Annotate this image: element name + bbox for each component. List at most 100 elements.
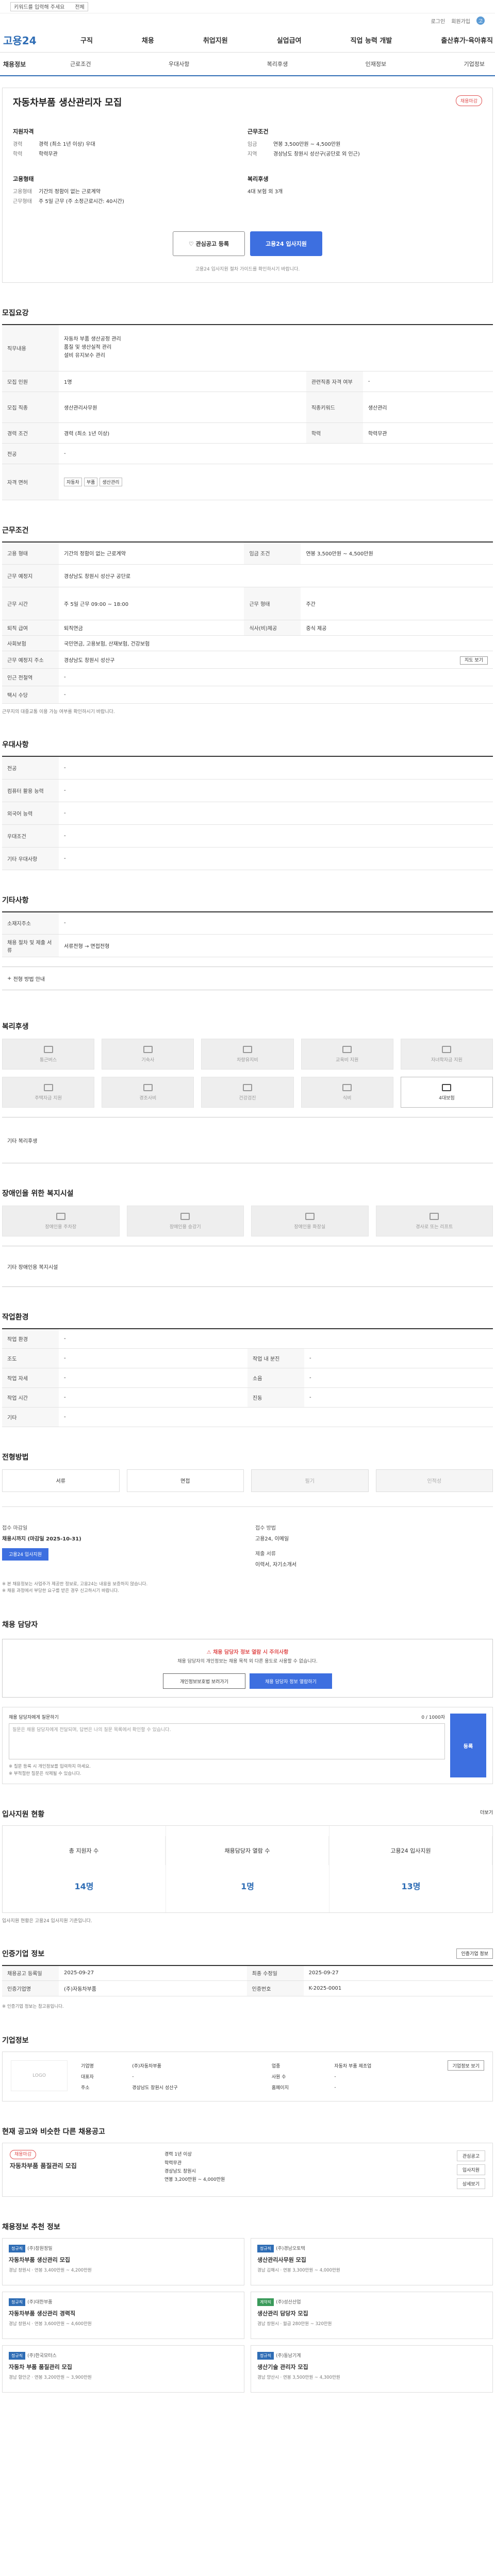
rec-meta: 경남 창원시 · 연봉 3,600만원 ~ 4,600만원 <box>9 2321 92 2327</box>
th-cell: 인증번호 <box>246 1980 304 1997</box>
welfare-tile: 주택자금 지원 <box>2 1077 95 1108</box>
apply-button[interactable]: 고용24 입사지원 <box>250 231 322 256</box>
recommend-card[interactable]: 정규직 (주)동남기계 생산기술 관리자 모집 경남 양산시 · 연봉 3,500만원… <box>251 2345 493 2393</box>
stats-more-link[interactable]: 더보기 <box>480 1809 493 1819</box>
gnb-item[interactable]: 채용 <box>142 35 154 45</box>
job-title: 자동차부품 생산관리자 모집 <box>13 97 122 108</box>
rec-meta: 경남 김해시 · 연봉 3,300만원 ~ 4,000만원 <box>257 2268 340 2274</box>
question-submit-button[interactable]: 등록 <box>450 1714 486 1777</box>
section-title: 인증기업 정보 <box>2 1950 45 1958</box>
th-cell: 소재지주소 <box>2 911 59 935</box>
th-cell: 인근 전철역 <box>2 668 59 686</box>
welfare-tile: 교육비 지원 <box>301 1039 393 1070</box>
user-icon[interactable]: 고 <box>476 16 485 25</box>
th-cell: 채용공고 등록일 <box>2 1965 59 1981</box>
stat-label: 총 지원자 수 <box>3 1836 166 1865</box>
th-cell: 관련직종 자격 여부 <box>306 371 363 392</box>
cap-icon <box>442 1045 452 1053</box>
login-link[interactable]: 로그인 <box>431 17 446 25</box>
gnb-item[interactable]: 직업 능력 개발 <box>351 35 392 45</box>
gnb-item[interactable]: 실업급여 <box>277 35 302 45</box>
td-cell: 서류전형 → 면접전형 <box>59 934 493 957</box>
th-cell: 근무 형태 <box>244 587 301 620</box>
question-textarea[interactable]: 질문은 채용 담당자에게 전달되며, 답변은 나의 질문 목록에서 확인할 수 … <box>9 1723 445 1760</box>
similar-job-card[interactable]: 채용마감 자동차부품 품질관리 모집 경력 1년 이상 학력무관 경상남도 창원… <box>2 2143 493 2197</box>
section-title: 장애인을 위한 복지시설 <box>2 1190 74 1198</box>
search-input[interactable]: 키워드를 입력해 주세요 전체 <box>10 2 88 11</box>
heart-icon: ♡ <box>188 240 196 247</box>
gnb-item[interactable]: 취업지원 <box>203 35 228 45</box>
strip-label: 기타 복리후생 <box>7 1138 38 1144</box>
lnb-tab[interactable]: 복리후생 <box>257 60 298 68</box>
rec-title: 생산기술 관리자 모집 <box>257 2364 308 2371</box>
td-value: - <box>334 2084 336 2090</box>
rec-meta: 경남 양산시 · 연봉 3,500만원 ~ 4,300만원 <box>257 2375 340 2381</box>
lnb-tab[interactable]: 인재정보 <box>355 60 397 68</box>
th-cell: 근무 시간 <box>2 587 59 620</box>
warning-icon: ⚠ <box>206 1649 213 1655</box>
elevator-icon <box>180 1212 190 1220</box>
td-cell: (주)자동차부품 <box>59 1980 247 1997</box>
question-title: 채용 담당자에게 질문하기 <box>9 1715 59 1721</box>
td-cell: 학력무관 <box>362 422 493 444</box>
signup-link[interactable]: 회원가입 <box>451 17 470 25</box>
gnb-item[interactable]: 출산휴가·육아휴직 <box>441 35 493 45</box>
scrap-button-small[interactable]: 관심공고 <box>456 2150 485 2162</box>
stats-header: 입사지원 현황 더보기 <box>2 1809 493 1819</box>
apply-button-2[interactable]: 고용24 입사지원 <box>2 1548 48 1561</box>
td-cell: 주간 <box>301 587 493 620</box>
recommend-card[interactable]: 정규직 (주)경남오토텍 생산관리사무원 모집 경남 김해시 · 연봉 3,300만원… <box>251 2238 493 2286</box>
recommend-card[interactable]: 정규직 (주)창원정밀 자동차부품 생산관리 모집 경남 창원시 · 연봉 3,400… <box>2 2238 244 2286</box>
parking-icon <box>56 1212 65 1220</box>
kv-value: 경상남도 창원시 성산구(공단로 외 인근) <box>273 151 360 157</box>
company-logo: LOGO <box>11 2060 68 2092</box>
th-cell: 기타 <box>2 1407 59 1427</box>
rec-company: (주)한국모터스 <box>27 2353 57 2359</box>
welfare-tile: 자녀학자금 지원 <box>400 1039 493 1070</box>
td-cell: 경상남도 창원시 성산구 <box>59 651 301 669</box>
apply-info: 접수 마감일 채용시까지 (마감일 2025-10-31) 고용24 입사지원 … <box>2 1506 493 1595</box>
tile-label: 기숙사 <box>141 1057 155 1063</box>
section-title: 입사지원 현황 <box>2 1810 45 1819</box>
privacy-law-button[interactable]: 개인정보보호법 보러가기 <box>163 1673 245 1689</box>
td-cell: 경력 (최소 1년 이상) <box>59 422 306 444</box>
rec-meta: 경남 함안군 · 연봉 3,200만원 ~ 3,900만원 <box>9 2375 92 2381</box>
stat-item: 채용담당자 열람 수 1명 <box>166 1825 329 1912</box>
restroom-icon <box>305 1212 315 1220</box>
company-info-button[interactable]: 기업정보 보기 <box>448 2060 484 2071</box>
map-button[interactable]: 지도 보기 <box>460 656 488 665</box>
lnb-tab[interactable]: 기업정보 <box>454 60 495 68</box>
recommend-card[interactable]: 계약직 (주)성산산업 생산관리 담당자 모집 경남 창원시 · 월급 280만원 ~… <box>251 2292 493 2340</box>
scrap-button[interactable]: ♡ 관심공고 등록 <box>173 231 245 256</box>
type-chip: 정규직 <box>9 2352 26 2360</box>
local-nav: 채용정보 근로조건 우대사항 복리후생 인재정보 기업정보 <box>0 53 495 76</box>
recommend-card[interactable]: 정규직 (주)한국모터스 자동차 부품 품질관리 모집 경남 함안군 · 연봉 3,2… <box>2 2345 244 2393</box>
welfare-etc: 기타 복리후생 <box>2 1117 493 1163</box>
gnb-item[interactable]: 구직 <box>80 35 93 45</box>
th-cell: 전공 <box>2 443 59 464</box>
th-cell: 작업 시간 <box>2 1387 59 1408</box>
recommend-card[interactable]: 정규직 (주)대한부품 자동차부품 생산관리 경력직 경남 창원시 · 연봉 3,60… <box>2 2292 244 2340</box>
th-cell: 기타 우대사항 <box>2 847 59 870</box>
tile-label: 건강검진 <box>239 1095 256 1101</box>
company-box: LOGO 기업명 (주)자동차부품 업종 자동차 부품 제조업 대표자 - 사원 수 - 주… <box>2 2052 493 2102</box>
section-label: 근무조건 <box>248 128 269 135</box>
etc-more[interactable]: + 전형 방법 안내 <box>2 967 493 990</box>
detail-button-small[interactable]: 상세보기 <box>456 2178 485 2190</box>
type-chip: 정규직 <box>257 2245 274 2253</box>
tile-label: 장애인용 화장실 <box>294 1224 326 1230</box>
lnb-tab[interactable]: 근로조건 <box>60 60 101 68</box>
apply-button-small[interactable]: 입사지원 <box>456 2164 485 2176</box>
cert-info-button[interactable]: 인증기업 정보 <box>456 1948 493 1959</box>
td-key: 홈페이지 <box>271 2086 289 2091</box>
keyword-tag: 생산관리 <box>100 477 122 486</box>
view-contact-button[interactable]: 채용 담당자 정보 열람하기 <box>250 1673 332 1689</box>
site-logo[interactable]: 고용24 <box>3 32 80 47</box>
stat-value: 1명 <box>241 1881 254 1891</box>
rec-company: (주)성산산업 <box>276 2300 301 2306</box>
section-title: 복리후생 <box>2 1023 29 1031</box>
disabled-tile: 경사로 또는 리프트 <box>375 1206 493 1236</box>
lnb-tab[interactable]: 우대사항 <box>158 60 200 68</box>
job-desc-line: 설비 유지보수 관리 <box>64 353 105 359</box>
cert-header: 인증기업 정보 인증기업 정보 <box>2 1948 493 1959</box>
